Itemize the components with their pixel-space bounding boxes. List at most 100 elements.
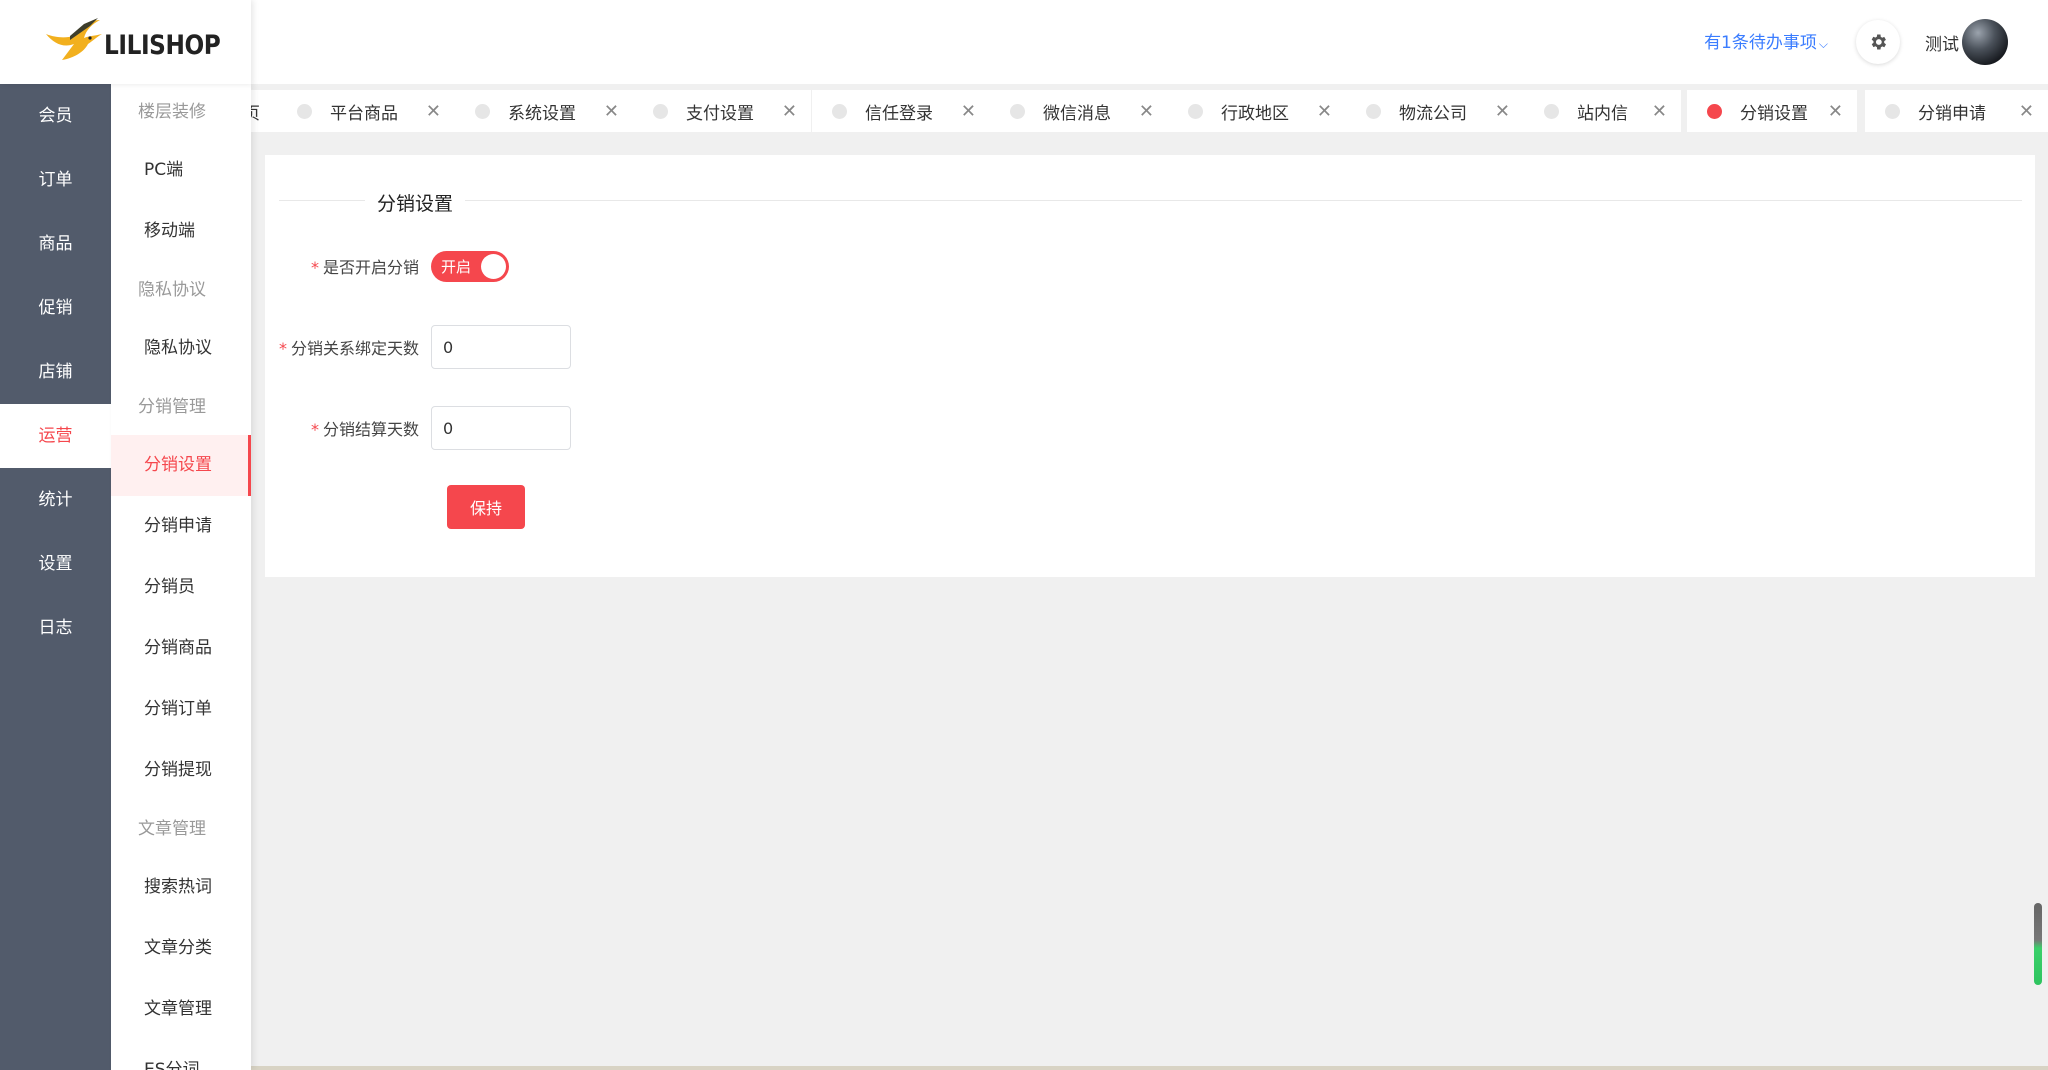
form-row-bind-days: * 分销关系绑定天数 (265, 324, 571, 370)
required-mark: * (310, 420, 319, 439)
save-button[interactable]: 保持 (447, 485, 525, 529)
tab-label: 信任登录 (865, 103, 933, 124)
switch-knob (481, 253, 506, 279)
sidebar-item[interactable]: 设置 (0, 532, 111, 596)
tab[interactable]: 系统设置 ✕ (455, 90, 633, 132)
sidebar-item[interactable]: 促销 (0, 276, 111, 340)
enable-label-text: 是否开启分销 (322, 258, 419, 277)
tab[interactable]: 平台商品 ✕ (277, 90, 455, 132)
sidebar-item[interactable]: 商品 (0, 212, 111, 276)
submenu-item[interactable]: 分销商品 (111, 618, 251, 679)
tab[interactable]: 信任登录 ✕ (812, 90, 990, 132)
todo-text: 有1条待办事项 (1704, 33, 1817, 53)
tab-status-dot (1544, 103, 1559, 119)
submenu-item[interactable]: 文章分类 (111, 918, 251, 979)
sidebar-item[interactable]: 统计 (0, 468, 111, 532)
bind-days-label: * 分销关系绑定天数 (265, 335, 431, 359)
switch-text: 开启 (441, 257, 472, 276)
settings-button[interactable] (1856, 20, 1900, 64)
settle-days-input[interactable] (431, 406, 571, 450)
avatar[interactable] (1962, 19, 2008, 65)
form-row-settle-days: * 分销结算天数 (265, 405, 571, 451)
tab-label: 平台商品 (330, 103, 398, 124)
tab-status-dot (1010, 103, 1025, 119)
form-row-enable: * 是否开启分销 开启 (265, 243, 509, 289)
tab-status-dot (1885, 103, 1900, 119)
close-icon[interactable]: ✕ (1828, 101, 1843, 122)
gear-icon (1871, 34, 1886, 50)
close-icon[interactable]: ✕ (1495, 101, 1510, 122)
submenu-item[interactable]: 文章管理 (111, 979, 251, 1040)
tab-label: 页 (251, 103, 260, 124)
tab-status-dot (1188, 103, 1203, 119)
logo[interactable]: LILISHOP (0, 0, 251, 84)
enable-label: * 是否开启分销 (265, 254, 431, 278)
app-root: 有1条待办事项 ⌵ 测试 LILISHOP 会员 订单 商品 促销 店铺 运营 统计 设置 日志 … (0, 0, 2048, 1070)
submenu-item[interactable]: ES分词 (111, 1040, 251, 1070)
sidebar-item[interactable]: 运营 (0, 404, 111, 468)
tab-label: 支付设置 (686, 103, 754, 124)
tab-status-dot (653, 103, 668, 119)
close-icon[interactable]: ✕ (782, 101, 797, 122)
tab[interactable]: 分销申请 ✕ (1865, 90, 2048, 132)
tab-label: 站内信 (1577, 103, 1628, 124)
username[interactable]: 测试 (1925, 30, 1959, 55)
close-icon[interactable]: ✕ (426, 101, 441, 122)
tab[interactable]: 行政地区 ✕ (1168, 90, 1346, 132)
tab-status-dot (475, 103, 490, 119)
submenu-item[interactable]: 移动端 (111, 201, 251, 262)
submenu-item[interactable]: PC端 (111, 140, 251, 201)
tab[interactable]: 支付设置 ✕ (633, 90, 811, 132)
submenu-group-title: 楼层装修 (138, 102, 206, 122)
main-sidebar: 会员 订单 商品 促销 店铺 运营 统计 设置 日志 (0, 84, 111, 1070)
submenu-item[interactable]: 分销员 (111, 557, 251, 618)
todo-dropdown[interactable]: 有1条待办事项 ⌵ (1704, 28, 1828, 53)
enable-switch[interactable]: 开启 (431, 250, 509, 282)
tab[interactable]: 分销设置 ✕ (1687, 90, 1857, 132)
bind-days-input[interactable] (431, 325, 571, 369)
sidebar-item[interactable]: 日志 (0, 596, 111, 660)
brand-name: LILISHOP (104, 30, 221, 61)
close-icon[interactable]: ✕ (2019, 101, 2034, 122)
tab[interactable]: 微信消息 ✕ (990, 90, 1168, 132)
section-title: 分销设置 (365, 189, 466, 216)
sidebar-item[interactable]: 会员 (0, 84, 111, 148)
tabs-bar: 页 平台商品 ✕ 系统设置 ✕ 支付设置 ✕ 信任登录 ✕ 微信消息 ✕ 行政地区 ✕ 物流公司 ✕ 站内信 ✕… (251, 84, 2048, 142)
window-bottom-edge (0, 1066, 2048, 1070)
sidebar-item[interactable]: 店铺 (0, 340, 111, 404)
settle-days-label-text: 分销结算天数 (322, 420, 419, 439)
tab[interactable]: 物流公司 ✕ (1346, 90, 1524, 132)
submenu-group-title: 分销管理 (138, 397, 206, 417)
submenu-item[interactable]: 隐私协议 (111, 318, 251, 379)
close-icon[interactable]: ✕ (1317, 101, 1332, 122)
submenu-item[interactable]: 分销设置 (111, 435, 251, 496)
submenu-group-title: 隐私协议 (138, 280, 206, 300)
top-header: 有1条待办事项 ⌵ 测试 (0, 0, 2048, 84)
section-divider (279, 200, 2022, 201)
close-icon[interactable]: ✕ (1652, 101, 1667, 122)
sidebar-item[interactable]: 订单 (0, 148, 111, 212)
tab-status-dot (297, 103, 312, 119)
submenu-item[interactable]: 分销订单 (111, 679, 251, 740)
submenu-item[interactable]: 分销申请 (111, 496, 251, 557)
chevron-down-icon: ⌵ (1818, 37, 1828, 51)
tab-label: 微信消息 (1043, 103, 1111, 124)
submenu-item[interactable]: 分销提现 (111, 740, 251, 801)
tab-label: 系统设置 (508, 103, 576, 124)
close-icon[interactable]: ✕ (1139, 101, 1154, 122)
tab-status-dot (1707, 103, 1722, 119)
tab-status-dot (832, 103, 847, 119)
bird-logo-icon (46, 18, 102, 60)
required-mark: * (310, 258, 319, 277)
tab-label: 行政地区 (1221, 103, 1289, 124)
tab-label: 物流公司 (1399, 103, 1467, 124)
tab[interactable]: 站内信 ✕ (1524, 90, 1681, 132)
settle-days-label: * 分销结算天数 (265, 416, 431, 440)
tab-label: 分销设置 (1740, 103, 1808, 124)
scroll-thumb[interactable] (2034, 903, 2042, 985)
close-icon[interactable]: ✕ (604, 101, 619, 122)
section-header: 分销设置 (279, 189, 2022, 216)
close-icon[interactable]: ✕ (961, 101, 976, 122)
submenu-item[interactable]: 搜索热词 (111, 857, 251, 918)
required-mark: * (278, 339, 287, 358)
